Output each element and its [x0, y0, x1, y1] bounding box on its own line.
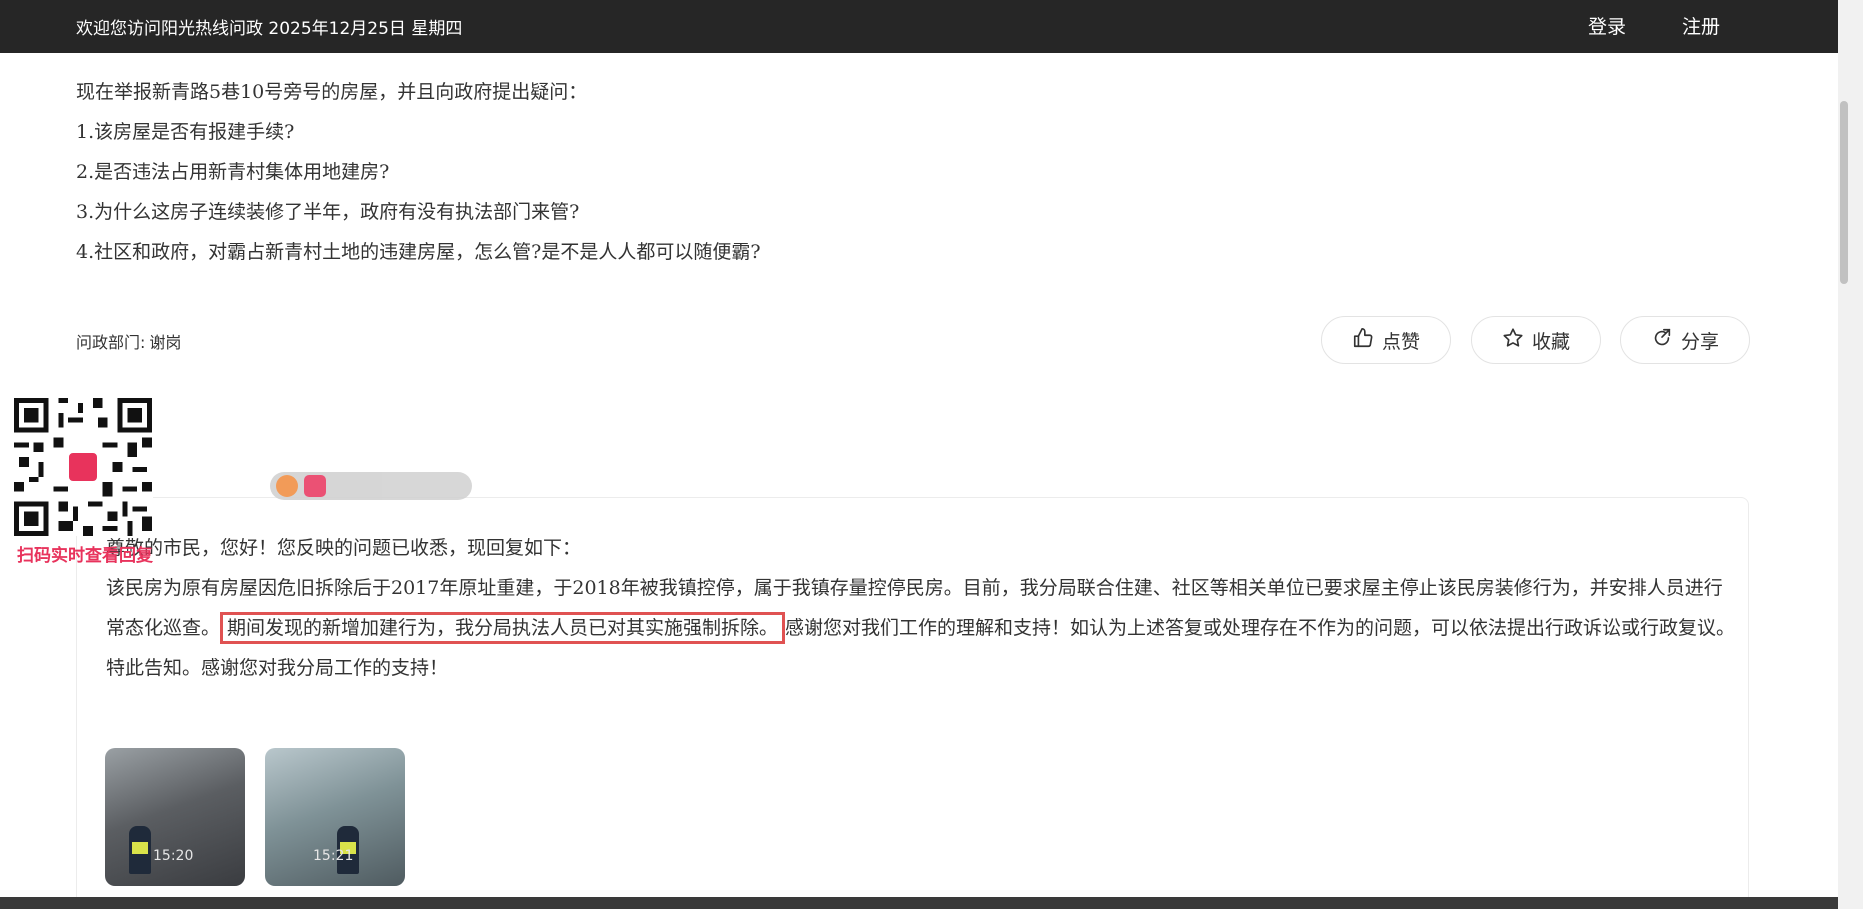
share-button[interactable]: 分享: [1620, 316, 1750, 364]
thumbs-up-icon: [1352, 327, 1374, 354]
watermark-logo-icon: [276, 475, 298, 497]
qr-caption: 扫码实时查看回复: [17, 546, 153, 566]
reply-text-after: 感谢您对我们工作的理解和支持！如认为上述答复或处理存在不作为的问题，可以依法提出…: [785, 617, 1736, 639]
department-label: 问政部门:: [76, 333, 146, 352]
watermark-badge: [270, 472, 472, 500]
reply-paragraph: 该民房为原有房屋因危旧拆除后于2017年原址重建，于2018年被我镇控停，属于我…: [106, 568, 1736, 648]
like-label: 点赞: [1381, 330, 1420, 353]
photo-timestamp: 15:20: [153, 848, 194, 864]
qr-code-icon: [13, 398, 153, 536]
bottom-strip: [0, 897, 1838, 909]
favorite-label: 收藏: [1531, 330, 1570, 353]
reply-closing: 特此告知。感谢您对我分局工作的支持！: [106, 657, 449, 679]
page: 欢迎您访问阳光热线问政 2025年12月25日 星期四 登录 注册 现在举报新青…: [0, 0, 1863, 909]
register-link[interactable]: 注册: [1682, 12, 1720, 39]
qr-overlay[interactable]: 扫码实时查看回复: [13, 398, 153, 568]
like-button[interactable]: 点赞: [1321, 316, 1451, 364]
question-line: 2.是否违法占用新青村集体用地建房?: [76, 161, 390, 183]
question-line: 现在举报新青路5巷10号旁号的房屋，并且向政府提出疑问：: [76, 81, 588, 103]
favorite-button[interactable]: 收藏: [1471, 316, 1601, 364]
eye-icon: [304, 475, 326, 497]
reply-photo[interactable]: 15:20: [105, 748, 245, 886]
reply-greeting: 尊敬的市民，您好！您反映的问题已收悉，现回复如下：: [106, 537, 582, 559]
department-info: 问政部门: 谢岗: [76, 329, 181, 353]
reply-photo[interactable]: 15:21: [265, 748, 405, 886]
reply-body: 尊敬的市民，您好！您反映的问题已收悉，现回复如下： 该民房为原有房屋因危旧拆除后…: [106, 528, 1736, 688]
highlighted-text: 期间发现的新增加建行为，我分局执法人员已对其实施强制拆除。: [220, 612, 786, 644]
department-name: 谢岗: [149, 333, 182, 352]
question-line: 1.该房屋是否有报建手续?: [76, 121, 295, 143]
photo-timestamp: 15:21: [313, 848, 354, 864]
top-bar: 欢迎您访问阳光热线问政 2025年12月25日 星期四 登录 注册: [0, 0, 1838, 53]
qr-logo-icon: [67, 451, 99, 483]
star-icon: [1502, 327, 1524, 354]
scrollbar-thumb[interactable]: [1840, 101, 1848, 284]
question-line: 4.社区和政府，对霸占新青村土地的违建房屋，怎么管?是不是人人都可以随便霸?: [76, 241, 761, 263]
welcome-text: 欢迎您访问阳光热线问政 2025年12月25日 星期四: [76, 19, 463, 39]
question-line: 3.为什么这房子连续装修了半年，政府有没有执法部门来管?: [76, 201, 580, 223]
share-label: 分享: [1680, 330, 1719, 353]
login-link[interactable]: 登录: [1588, 12, 1626, 39]
share-icon: [1651, 327, 1673, 354]
question-content: 现在举报新青路5巷10号旁号的房屋，并且向政府提出疑问： 1.该房屋是否有报建手…: [76, 78, 1776, 278]
photo-figure: [129, 826, 151, 874]
